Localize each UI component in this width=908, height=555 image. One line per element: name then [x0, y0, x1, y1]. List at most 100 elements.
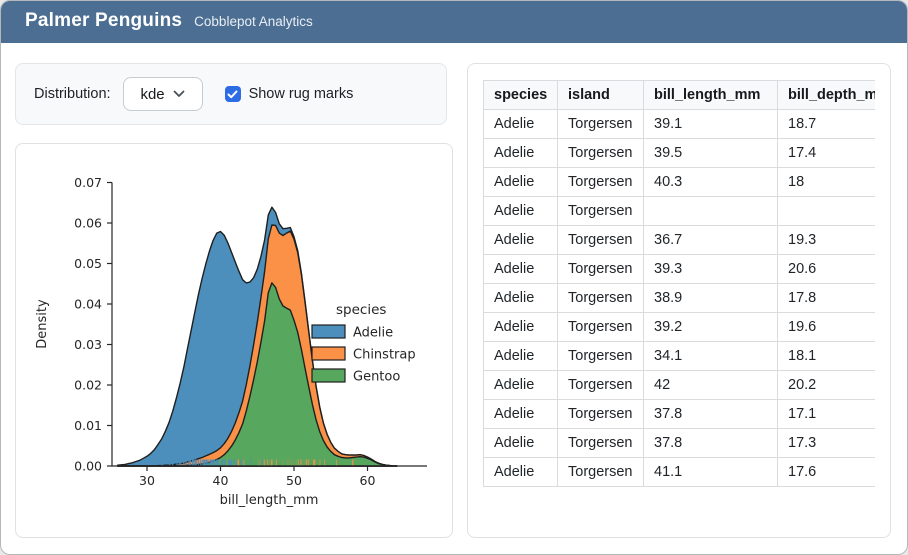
table-cell: Adelie [484, 371, 558, 400]
distribution-selected-value: kde [140, 86, 164, 103]
table-cell: 17.1 [778, 400, 876, 429]
table-cell: Adelie [484, 429, 558, 458]
table-cell: Torgersen [558, 313, 644, 342]
table-cell: Adelie [484, 139, 558, 168]
table-cell: 42 [644, 371, 778, 400]
data-table-card: speciesislandbill_length_mmbill_depth_mm… [467, 63, 891, 538]
table-cell: 39.2 [644, 313, 778, 342]
legend-title: species [336, 302, 386, 318]
table-row: AdelieTorgersen36.719.3 [484, 226, 876, 255]
table-cell: 18 [778, 168, 876, 197]
y-tick-label: 0.05 [74, 256, 102, 271]
table-cell: 38.9 [644, 284, 778, 313]
rug-checkbox[interactable] [225, 86, 241, 102]
table-cell: Adelie [484, 197, 558, 226]
y-tick-label: 0.07 [74, 175, 102, 190]
page-subtitle: Cobblepot Analytics [194, 14, 313, 29]
y-tick-label: 0.06 [74, 216, 102, 231]
table-row: AdelieTorgersen4220.2 [484, 371, 876, 400]
column-header-bill_depth_mm: bill_depth_mm [778, 81, 876, 110]
y-tick-label: 0.02 [74, 378, 102, 393]
legend-swatch-adelie [312, 325, 345, 338]
table-row: AdelieTorgersen39.118.7 [484, 110, 876, 139]
table-row: AdelieTorgersen39.219.6 [484, 313, 876, 342]
y-tick-label: 0.03 [74, 337, 102, 352]
table-cell: Torgersen [558, 110, 644, 139]
legend-label-adelie: Adelie [353, 326, 393, 341]
table-row: AdelieTorgersen38.917.8 [484, 284, 876, 313]
table-cell [778, 197, 876, 226]
table-cell: Adelie [484, 284, 558, 313]
table-cell: Adelie [484, 110, 558, 139]
table-cell: 39.3 [644, 255, 778, 284]
table-cell: Adelie [484, 458, 558, 487]
column-header-species: species [484, 81, 558, 110]
penguins-table: speciesislandbill_length_mmbill_depth_mm… [483, 80, 875, 487]
table-cell: 20.2 [778, 371, 876, 400]
distribution-label: Distribution: [34, 86, 111, 102]
checkmark-icon [227, 90, 238, 99]
table-cell: 18.1 [778, 342, 876, 371]
table-row: AdelieTorgersen39.517.4 [484, 139, 876, 168]
table-cell: 39.1 [644, 110, 778, 139]
legend-swatch-gentoo [312, 369, 345, 382]
table-cell: Adelie [484, 168, 558, 197]
x-tick-label: 50 [286, 473, 302, 488]
table-cell: 40.3 [644, 168, 778, 197]
table-cell: Adelie [484, 400, 558, 429]
y-tick-label: 0.00 [74, 459, 102, 474]
table-cell: Adelie [484, 313, 558, 342]
table-cell: 36.7 [644, 226, 778, 255]
app-header: Palmer Penguins Cobblepot Analytics [1, 1, 907, 43]
table-cell: 37.8 [644, 400, 778, 429]
table-cell: Adelie [484, 226, 558, 255]
x-tick-label: 60 [360, 473, 376, 488]
table-cell [644, 197, 778, 226]
table-cell: 41.1 [644, 458, 778, 487]
table-cell: Torgersen [558, 371, 644, 400]
controls-panel: Distribution: kde Show rug marks [15, 63, 447, 125]
table-cell: Adelie [484, 342, 558, 371]
column-header-island: island [558, 81, 644, 110]
column-header-bill_length_mm: bill_length_mm [644, 81, 778, 110]
legend-label-chinstrap: Chinstrap [353, 348, 416, 363]
table-cell: 20.6 [778, 255, 876, 284]
table-row: AdelieTorgersen34.118.1 [484, 342, 876, 371]
kde-chart-card: 304050600.000.010.020.030.040.050.060.07… [15, 143, 453, 538]
table-row: AdelieTorgersen41.117.6 [484, 458, 876, 487]
table-cell: 37.8 [644, 429, 778, 458]
y-tick-label: 0.04 [74, 297, 102, 312]
table-cell: Torgersen [558, 429, 644, 458]
legend-swatch-chinstrap [312, 347, 345, 360]
table-row: AdelieTorgersen39.320.6 [484, 255, 876, 284]
page-title: Palmer Penguins [25, 10, 182, 32]
kde-density-plot: 304050600.000.010.020.030.040.050.060.07… [16, 144, 452, 537]
table-cell: Adelie [484, 255, 558, 284]
table-cell: 19.3 [778, 226, 876, 255]
table-cell: 17.8 [778, 284, 876, 313]
app-window: Palmer Penguins Cobblepot Analytics Dist… [0, 0, 908, 555]
x-tick-label: 40 [213, 473, 229, 488]
table-row: AdelieTorgersen40.318 [484, 168, 876, 197]
rug-checkbox-label: Show rug marks [249, 86, 354, 102]
chevron-down-icon [173, 90, 185, 98]
y-axis-label: Density [35, 299, 50, 349]
table-cell: 39.5 [644, 139, 778, 168]
table-cell: 17.4 [778, 139, 876, 168]
table-scroll-area[interactable]: speciesislandbill_length_mmbill_depth_mm… [483, 80, 875, 524]
table-cell: Torgersen [558, 458, 644, 487]
table-cell: 17.3 [778, 429, 876, 458]
table-cell: Torgersen [558, 400, 644, 429]
x-axis-label: bill_length_mm [220, 493, 319, 508]
table-cell: Torgersen [558, 168, 644, 197]
table-row: AdelieTorgersen [484, 197, 876, 226]
legend-label-gentoo: Gentoo [353, 370, 400, 385]
distribution-select[interactable]: kde [123, 77, 203, 111]
table-cell: Torgersen [558, 342, 644, 371]
table-row: AdelieTorgersen37.817.1 [484, 400, 876, 429]
table-header-row: speciesislandbill_length_mmbill_depth_mm [484, 81, 876, 110]
table-cell: Torgersen [558, 255, 644, 284]
table-row: AdelieTorgersen37.817.3 [484, 429, 876, 458]
table-cell: Torgersen [558, 197, 644, 226]
y-tick-label: 0.01 [74, 418, 102, 433]
